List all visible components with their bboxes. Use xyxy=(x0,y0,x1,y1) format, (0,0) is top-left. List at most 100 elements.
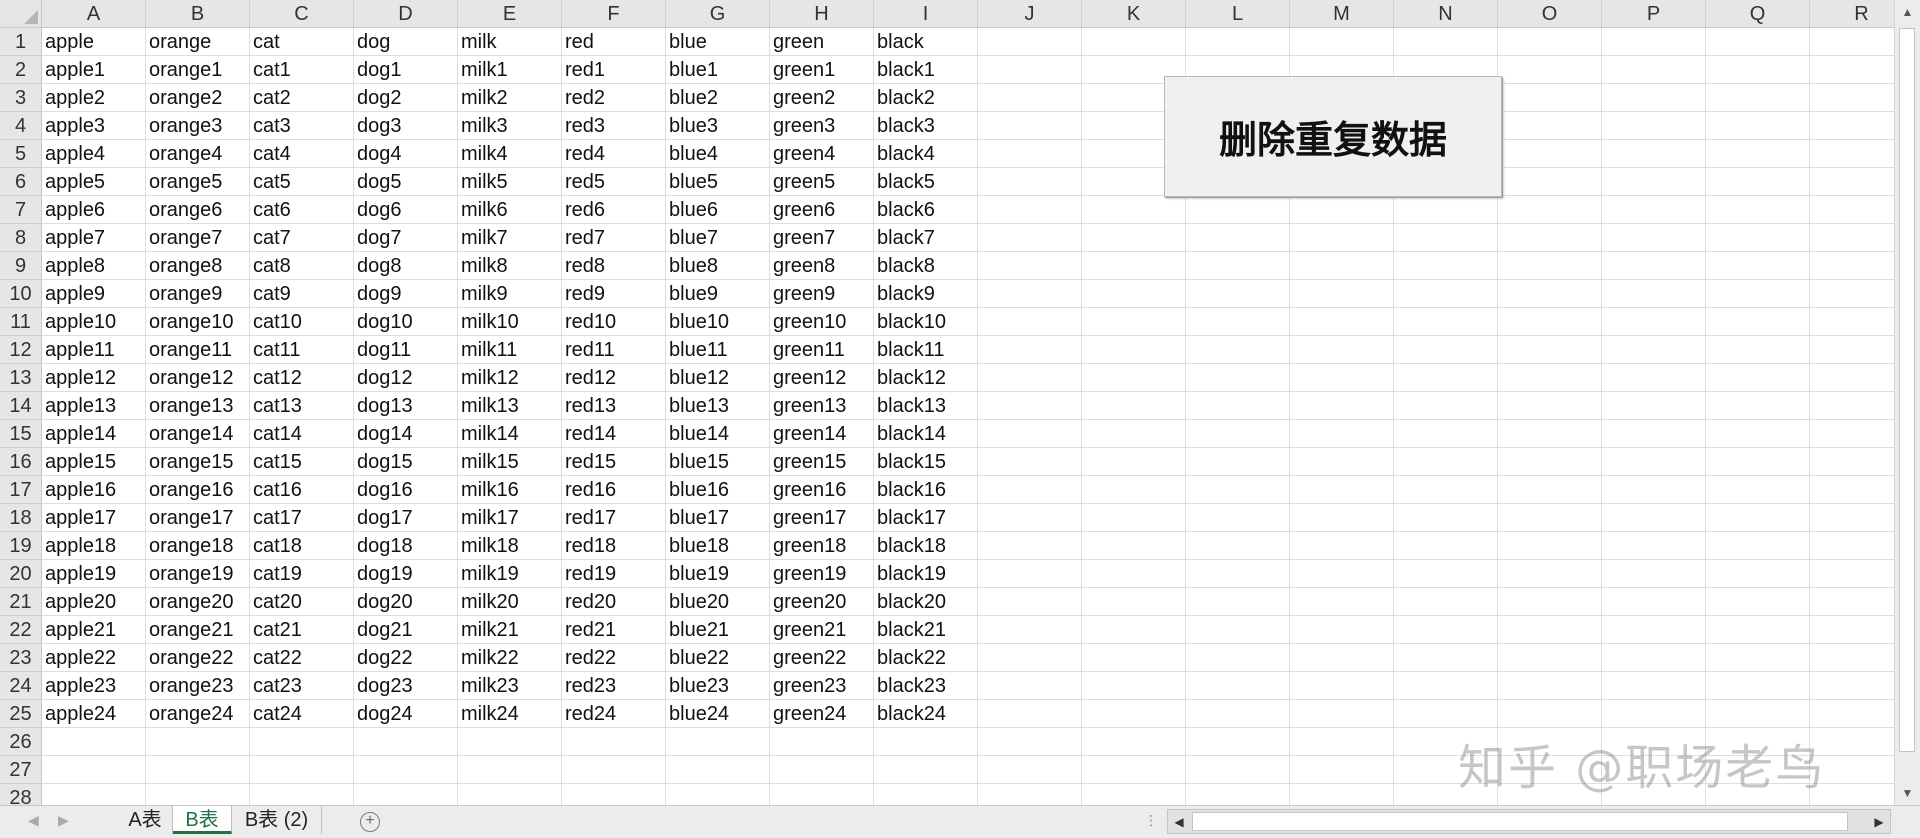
cell-p16[interactable] xyxy=(1602,448,1706,476)
cell-m9[interactable] xyxy=(1290,252,1394,280)
cell-b7[interactable]: orange6 xyxy=(146,196,250,224)
cell-i1[interactable]: black xyxy=(874,28,978,56)
cell-k27[interactable] xyxy=(1082,756,1186,784)
cell-g22[interactable]: blue21 xyxy=(666,616,770,644)
cell-g28[interactable] xyxy=(666,784,770,805)
cell-k11[interactable] xyxy=(1082,308,1186,336)
cell-b2[interactable]: orange1 xyxy=(146,56,250,84)
cell-f23[interactable]: red22 xyxy=(562,644,666,672)
cell-o10[interactable] xyxy=(1498,280,1602,308)
cell-n21[interactable] xyxy=(1394,588,1498,616)
cell-q6[interactable] xyxy=(1706,168,1810,196)
cell-i6[interactable]: black5 xyxy=(874,168,978,196)
cell-k14[interactable] xyxy=(1082,392,1186,420)
cell-l8[interactable] xyxy=(1186,224,1290,252)
cell-m10[interactable] xyxy=(1290,280,1394,308)
cell-o26[interactable] xyxy=(1498,728,1602,756)
cell-c16[interactable]: cat15 xyxy=(250,448,354,476)
cell-o8[interactable] xyxy=(1498,224,1602,252)
cell-i17[interactable]: black16 xyxy=(874,476,978,504)
cell-g1[interactable]: blue xyxy=(666,28,770,56)
cell-j23[interactable] xyxy=(978,644,1082,672)
cell-l22[interactable] xyxy=(1186,616,1290,644)
cell-f19[interactable]: red18 xyxy=(562,532,666,560)
cell-d7[interactable]: dog6 xyxy=(354,196,458,224)
cell-e19[interactable]: milk18 xyxy=(458,532,562,560)
row-header-2[interactable]: 2 xyxy=(0,56,42,84)
cell-m7[interactable] xyxy=(1290,196,1394,224)
row-header-26[interactable]: 26 xyxy=(0,728,42,756)
column-header-c[interactable]: C xyxy=(250,0,354,28)
cell-h18[interactable]: green17 xyxy=(770,504,874,532)
cell-h24[interactable]: green23 xyxy=(770,672,874,700)
cell-e8[interactable]: milk7 xyxy=(458,224,562,252)
cell-a25[interactable]: apple24 xyxy=(42,700,146,728)
cell-o7[interactable] xyxy=(1498,196,1602,224)
cell-f26[interactable] xyxy=(562,728,666,756)
cell-h28[interactable] xyxy=(770,784,874,805)
cell-o1[interactable] xyxy=(1498,28,1602,56)
cell-a28[interactable] xyxy=(42,784,146,805)
row-header-6[interactable]: 6 xyxy=(0,168,42,196)
cell-i18[interactable]: black17 xyxy=(874,504,978,532)
cell-a12[interactable]: apple11 xyxy=(42,336,146,364)
cell-l15[interactable] xyxy=(1186,420,1290,448)
cell-d1[interactable]: dog xyxy=(354,28,458,56)
cell-p24[interactable] xyxy=(1602,672,1706,700)
cell-f14[interactable]: red13 xyxy=(562,392,666,420)
cell-l1[interactable] xyxy=(1186,28,1290,56)
cell-b5[interactable]: orange4 xyxy=(146,140,250,168)
cell-c12[interactable]: cat11 xyxy=(250,336,354,364)
cell-r4[interactable] xyxy=(1810,112,1894,140)
cell-e17[interactable]: milk16 xyxy=(458,476,562,504)
prev-sheet-icon[interactable]: ◀ xyxy=(28,812,39,829)
cell-q3[interactable] xyxy=(1706,84,1810,112)
cell-l27[interactable] xyxy=(1186,756,1290,784)
row-header-5[interactable]: 5 xyxy=(0,140,42,168)
cell-g3[interactable]: blue2 xyxy=(666,84,770,112)
cell-b28[interactable] xyxy=(146,784,250,805)
cell-f15[interactable]: red14 xyxy=(562,420,666,448)
cell-l13[interactable] xyxy=(1186,364,1290,392)
cell-f13[interactable]: red12 xyxy=(562,364,666,392)
cell-f5[interactable]: red4 xyxy=(562,140,666,168)
column-header-n[interactable]: N xyxy=(1394,0,1498,28)
cell-i9[interactable]: black8 xyxy=(874,252,978,280)
cell-o27[interactable] xyxy=(1498,756,1602,784)
cell-f3[interactable]: red2 xyxy=(562,84,666,112)
cell-d15[interactable]: dog14 xyxy=(354,420,458,448)
cell-d21[interactable]: dog20 xyxy=(354,588,458,616)
cell-o28[interactable] xyxy=(1498,784,1602,805)
cell-c11[interactable]: cat10 xyxy=(250,308,354,336)
cell-q18[interactable] xyxy=(1706,504,1810,532)
row-header-28[interactable]: 28 xyxy=(0,784,42,805)
cell-m8[interactable] xyxy=(1290,224,1394,252)
cell-k20[interactable] xyxy=(1082,560,1186,588)
cell-g16[interactable]: blue15 xyxy=(666,448,770,476)
cell-h14[interactable]: green13 xyxy=(770,392,874,420)
cell-b13[interactable]: orange12 xyxy=(146,364,250,392)
cell-j21[interactable] xyxy=(978,588,1082,616)
sheet-tab-2[interactable]: B表 xyxy=(173,806,232,834)
cell-j2[interactable] xyxy=(978,56,1082,84)
cell-n18[interactable] xyxy=(1394,504,1498,532)
cell-p5[interactable] xyxy=(1602,140,1706,168)
cell-m24[interactable] xyxy=(1290,672,1394,700)
cell-b27[interactable] xyxy=(146,756,250,784)
horizontal-scrollbar[interactable]: ◀ ▶ xyxy=(1167,809,1891,834)
cell-d6[interactable]: dog5 xyxy=(354,168,458,196)
cell-i27[interactable] xyxy=(874,756,978,784)
cell-e21[interactable]: milk20 xyxy=(458,588,562,616)
cell-m28[interactable] xyxy=(1290,784,1394,805)
cell-f27[interactable] xyxy=(562,756,666,784)
cell-d26[interactable] xyxy=(354,728,458,756)
cell-g26[interactable] xyxy=(666,728,770,756)
cell-j16[interactable] xyxy=(978,448,1082,476)
cell-e28[interactable] xyxy=(458,784,562,805)
cell-m12[interactable] xyxy=(1290,336,1394,364)
spreadsheet-grid[interactable]: A B C D E F G H I J K L M N O P Q R 1 apple orange cat dog milk… xyxy=(0,0,1894,805)
cell-c25[interactable]: cat24 xyxy=(250,700,354,728)
cell-l17[interactable] xyxy=(1186,476,1290,504)
cell-n27[interactable] xyxy=(1394,756,1498,784)
cell-l25[interactable] xyxy=(1186,700,1290,728)
